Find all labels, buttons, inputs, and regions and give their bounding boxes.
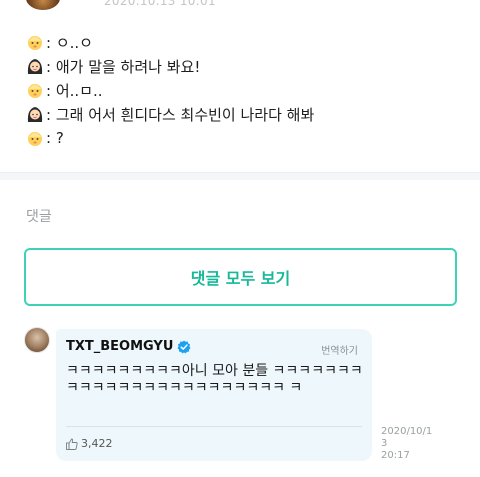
woman-emoji-icon: [27, 107, 43, 122]
baby-emoji-icon: [28, 36, 42, 50]
post-line-text: : 어..ㅁ..: [46, 81, 103, 100]
translate-button[interactable]: 번역하기: [321, 342, 358, 357]
woman-emoji-icon: [27, 59, 43, 74]
post-line: : 그래 어서 흰디다스 최수빈이 나라다 해봐: [26, 102, 466, 126]
comment-author[interactable]: TXT_BEOMGYU: [66, 339, 191, 354]
verified-badge-icon: [177, 340, 191, 353]
comment-bubble: TXT_BEOMGYU 번역하기 ㅋㅋㅋㅋㅋㅋㅋㅋㅋ아니 모아 분들 ㅋㅋㅋㅋㅋ…: [56, 329, 372, 461]
comment-divider: [66, 426, 362, 427]
thumbs-up-icon: [66, 438, 78, 450]
view-all-comments-button[interactable]: 댓글 모두 보기: [24, 248, 457, 306]
like-count: 3,422: [81, 437, 113, 450]
commenter-avatar[interactable]: [24, 327, 50, 353]
post-header: 2020.10.13 10:01: [0, 0, 480, 20]
post-line-text: : 그래 어서 흰디다스 최수빈이 나라다 해봐: [46, 105, 315, 124]
post-line: : 애가 말을 하려나 봐요!: [26, 54, 466, 78]
comment-date-part1: 2020/10/1: [381, 426, 433, 437]
author-avatar[interactable]: [26, 0, 60, 10]
comment-timestamp: 2020/10/1 3 20:17: [381, 426, 433, 462]
baby-emoji-icon: [28, 132, 42, 146]
comment-date-part2: 3: [381, 438, 388, 449]
post-line: : ?: [26, 126, 466, 150]
comment-time: 20:17: [381, 450, 410, 461]
post-line-text: : ㅇ..ㅇ: [46, 33, 93, 52]
baby-emoji-icon: [28, 84, 42, 98]
section-divider: [0, 172, 480, 180]
comments-section-label: 댓글: [26, 209, 52, 225]
post-line: : 어..ㅁ..: [26, 78, 466, 102]
post-line-text: : 애가 말을 하려나 봐요!: [46, 57, 201, 76]
like-button[interactable]: 3,422: [66, 437, 113, 450]
post-line-text: : ?: [46, 129, 64, 147]
more-options-icon[interactable]: [432, 0, 450, 4]
post-body: : ㅇ..ㅇ : 애가 말을 하려나 봐요! : 어..ㅁ.. : 그래 어서 …: [26, 30, 466, 150]
comment-author-name[interactable]: TXT_BEOMGYU: [66, 339, 173, 354]
post-line: : ㅇ..ㅇ: [26, 30, 466, 54]
comment-text: ㅋㅋㅋㅋㅋㅋㅋㅋㅋ아니 모아 분들 ㅋㅋㅋㅋㅋㅋㅋㅋㅋㅋㅋㅋㅋㅋㅋㅋㅋㅋㅋㅋㅋㅋ…: [66, 363, 363, 396]
post-timestamp: 2020.10.13 10:01: [104, 0, 216, 8]
